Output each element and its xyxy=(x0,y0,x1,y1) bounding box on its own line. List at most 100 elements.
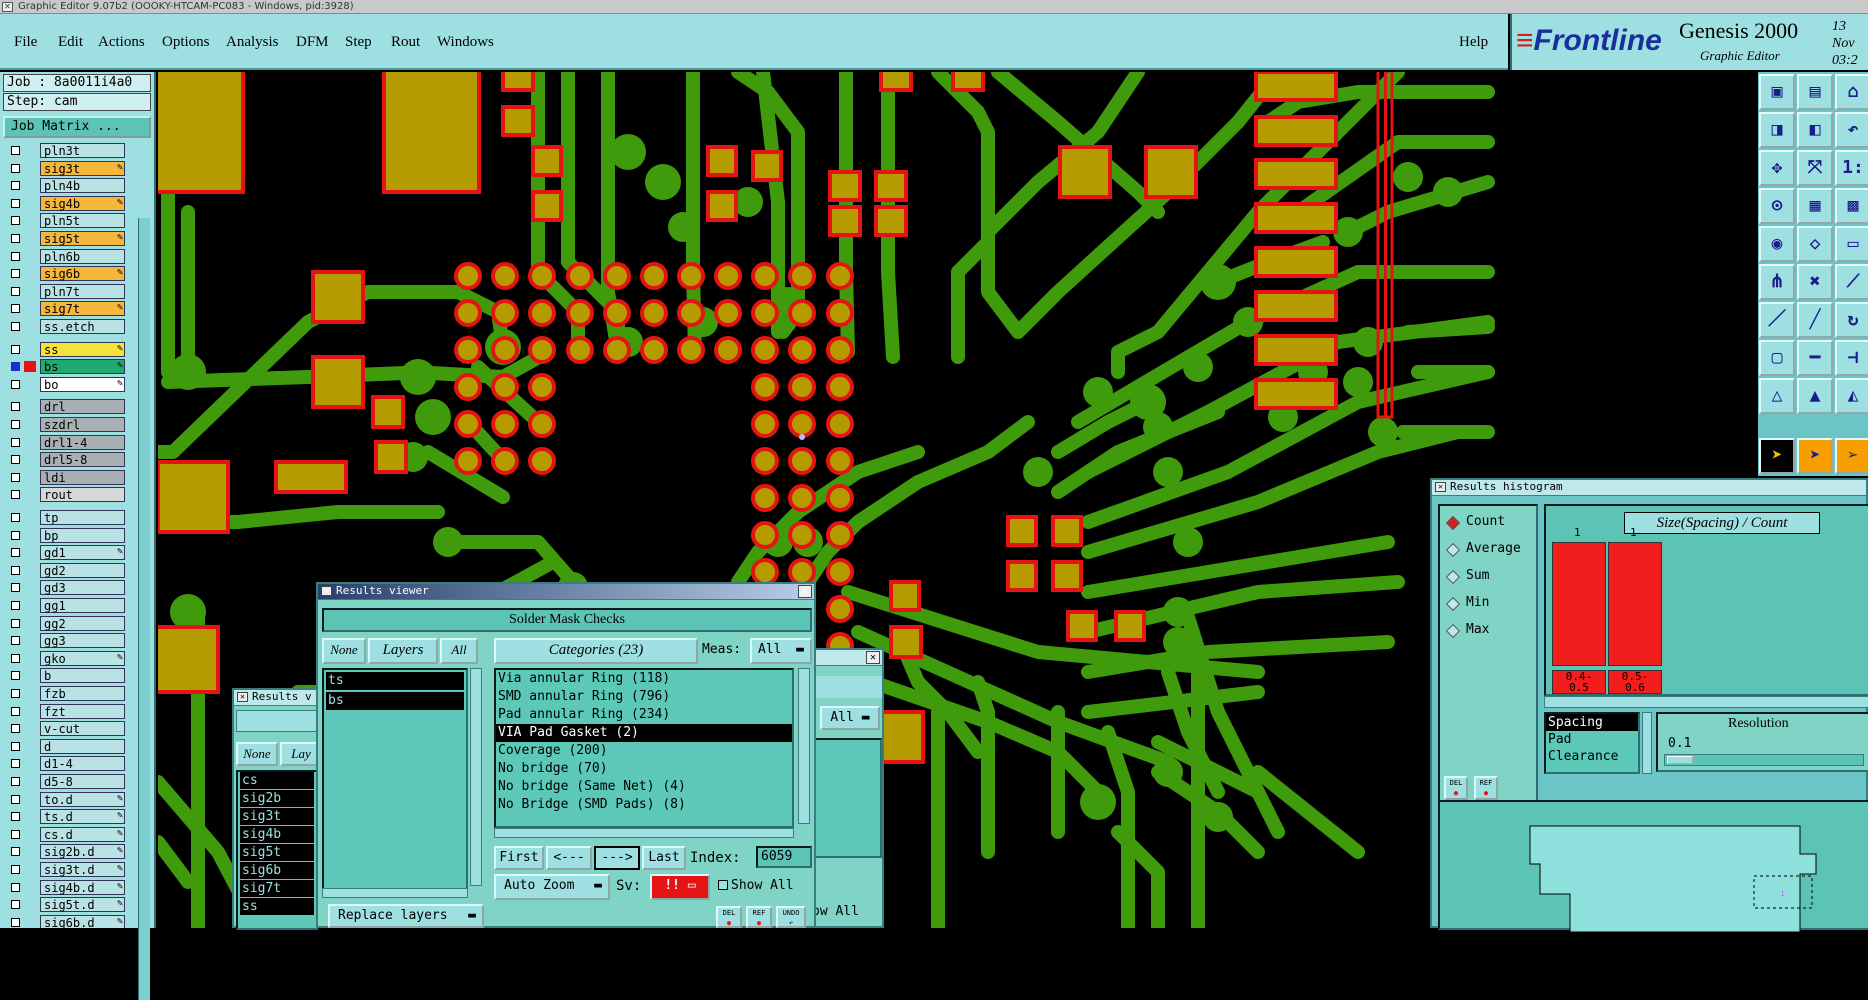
tool-button[interactable]: ╱ xyxy=(1797,302,1833,338)
layer-row[interactable]: d xyxy=(3,738,127,755)
auto-zoom-dropdown[interactable]: Auto Zoom ▬ xyxy=(494,874,610,900)
measure-list[interactable]: Spacing Pad Clearance xyxy=(1544,712,1640,774)
tool-button[interactable]: ✖ xyxy=(1797,264,1833,300)
layer-name[interactable]: sig7t xyxy=(40,301,125,317)
tool-button[interactable]: ↻ xyxy=(1835,302,1868,338)
layer-name[interactable]: sig5t xyxy=(40,231,125,246)
category-item[interactable]: VIA Pad Gasket (2) xyxy=(496,724,792,742)
window-menu-icon[interactable]: ✕ xyxy=(237,692,248,702)
layer-row[interactable]: sig4b.d ✎ xyxy=(3,879,127,896)
layer-checkbox[interactable] xyxy=(11,490,20,500)
measure-item[interactable]: Spacing xyxy=(1546,714,1638,731)
layer-checkbox[interactable] xyxy=(11,653,20,663)
mode-option[interactable]: Min xyxy=(1440,593,1536,615)
layer-row[interactable]: drl1-4 xyxy=(3,434,127,451)
layer-name[interactable]: sig2b.d xyxy=(40,844,125,860)
layer-name[interactable]: bs xyxy=(40,359,125,375)
category-item[interactable]: Pad annular Ring (234) xyxy=(496,706,792,724)
layer-checkbox[interactable] xyxy=(11,344,20,354)
menu-analysis[interactable]: Analysis xyxy=(226,34,279,51)
mode-option[interactable]: Average xyxy=(1440,539,1536,561)
tool-button[interactable]: ⌂ xyxy=(1835,74,1868,110)
histogram-titlebar[interactable]: ✕ Results histogram xyxy=(1432,480,1866,496)
layer-name[interactable]: d xyxy=(40,738,125,754)
layer-list-hscroll[interactable] xyxy=(322,888,468,898)
layer-checkbox[interactable] xyxy=(11,618,20,628)
tool-button[interactable]: ⤧ xyxy=(1797,150,1833,186)
close-icon[interactable]: ✕ xyxy=(798,585,812,598)
layer-checkbox[interactable] xyxy=(11,794,20,804)
layer-row[interactable]: gg2 xyxy=(3,615,127,632)
layer-name[interactable]: fzb xyxy=(40,686,125,701)
measure-item[interactable]: Pad xyxy=(1546,731,1638,748)
layer-row[interactable]: drl xyxy=(3,398,127,415)
categories-button[interactable]: Categories (23) xyxy=(494,638,698,664)
layer-checkbox[interactable] xyxy=(11,530,20,540)
category-item[interactable]: No bridge (Same Net) (4) xyxy=(496,778,792,796)
tool-button[interactable]: ➤ xyxy=(1797,438,1833,474)
layer-checkbox[interactable] xyxy=(11,741,20,751)
layer-row[interactable]: sig5t ✎ xyxy=(3,230,127,247)
layer-list-item[interactable]: bs xyxy=(326,692,464,710)
layer-name[interactable]: ss.etch xyxy=(40,319,125,334)
job-matrix-button[interactable]: Job Matrix ... xyxy=(3,116,151,138)
layer-row[interactable]: sig7t ✎ xyxy=(3,300,127,317)
layer-name[interactable]: rout xyxy=(40,487,125,503)
layer-checkbox[interactable] xyxy=(11,322,20,331)
menu-actions[interactable]: Actions xyxy=(98,34,145,51)
layer-row[interactable]: b xyxy=(3,667,127,684)
layer-row[interactable]: rout xyxy=(3,486,127,503)
tool-button[interactable]: ↶ xyxy=(1835,112,1868,148)
layer-row[interactable]: fzb xyxy=(3,685,127,702)
layer-checkbox[interactable] xyxy=(11,601,20,610)
menu-edit[interactable]: Edit xyxy=(58,34,83,51)
layer-name[interactable]: d1-4 xyxy=(40,756,125,772)
layer-row[interactable]: sig6b ✎ xyxy=(3,265,127,282)
close-icon[interactable]: ✕ xyxy=(866,651,880,664)
layer-row[interactable]: pln4b xyxy=(3,177,127,194)
overview-map[interactable]: : xyxy=(1438,800,1868,933)
layer-checkbox[interactable] xyxy=(11,286,20,296)
resolution-slider[interactable] xyxy=(1664,754,1864,766)
refresh-button[interactable]: REF ● xyxy=(1474,776,1498,800)
show-all-toggle[interactable]: Show All xyxy=(718,878,794,893)
layer-checkbox[interactable] xyxy=(11,420,20,429)
layer-name[interactable]: szdrl xyxy=(40,417,125,432)
layer-name[interactable]: fzt xyxy=(40,703,125,719)
layer-name[interactable]: gko xyxy=(40,650,125,666)
layer-name[interactable]: gg2 xyxy=(40,615,125,631)
tool-button[interactable]: ◉ xyxy=(1759,226,1795,262)
layer-name[interactable]: gg1 xyxy=(40,598,125,613)
layer-name[interactable]: ldi xyxy=(40,469,125,485)
tool-button[interactable]: ▲ xyxy=(1797,378,1833,414)
layer-checkbox[interactable] xyxy=(11,146,20,155)
results-viewer-titlebar[interactable]: ✕ Results viewer ✕ xyxy=(318,584,814,600)
layer-name[interactable]: gd3 xyxy=(40,580,125,596)
layer-checkbox[interactable] xyxy=(11,216,20,226)
show-all-checkbox[interactable] xyxy=(718,880,728,890)
none-button[interactable]: None xyxy=(322,638,366,664)
layer-checkbox[interactable] xyxy=(11,548,20,558)
category-item[interactable]: SMD annular Ring (796) xyxy=(496,688,792,706)
layer-checkbox[interactable] xyxy=(11,402,20,412)
layer-list-item[interactable]: cs xyxy=(240,772,314,789)
mode-option[interactable]: Max xyxy=(1440,620,1536,642)
tool-button[interactable]: ◭ xyxy=(1835,378,1868,414)
layer-row[interactable]: sig6b.d ✎ xyxy=(3,914,127,928)
layer-checkbox[interactable] xyxy=(11,163,20,173)
measure-item[interactable]: Clearance xyxy=(1546,748,1638,765)
layer-name[interactable]: pln4b xyxy=(40,178,125,194)
tool-button[interactable]: ✥ xyxy=(1759,150,1795,186)
tool-button[interactable]: ▢ xyxy=(1759,340,1795,376)
layer-name[interactable]: sig4b xyxy=(40,195,125,211)
tool-button[interactable]: ◨ xyxy=(1759,112,1795,148)
layer-checkbox[interactable] xyxy=(11,362,20,372)
layer-row[interactable]: sig4b ✎ xyxy=(3,195,127,212)
layer-checkbox[interactable] xyxy=(11,724,20,734)
layer-row[interactable]: d5-8 xyxy=(3,773,127,790)
menu-options[interactable]: Options xyxy=(162,34,210,51)
layer-checkbox[interactable] xyxy=(11,455,20,465)
layer-row[interactable]: to.d ✎ xyxy=(3,791,127,808)
layer-name[interactable]: drl5-8 xyxy=(40,452,125,468)
layer-checkbox[interactable] xyxy=(11,565,20,575)
